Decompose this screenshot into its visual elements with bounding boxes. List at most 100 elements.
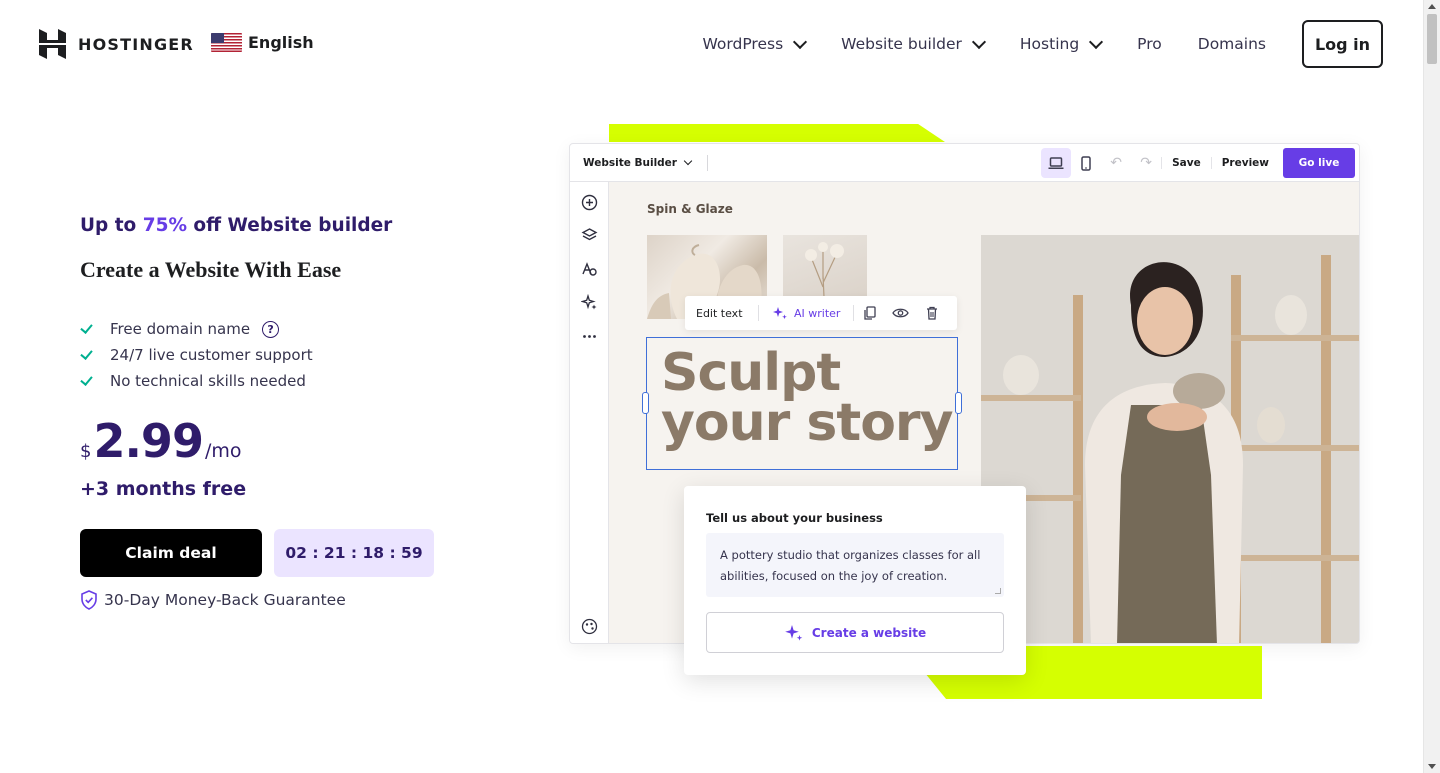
- price-period: /mo: [204, 440, 242, 462]
- nav-website-builder-label: Website builder: [841, 35, 962, 53]
- styles-icon[interactable]: [581, 261, 598, 278]
- save-button[interactable]: Save: [1161, 157, 1211, 169]
- decorative-lime-shape: [609, 124, 945, 142]
- feature-list: Free domain name ? 24/7 live customer su…: [80, 316, 313, 394]
- layers-icon[interactable]: [581, 227, 598, 244]
- nav-wordpress-label: WordPress: [702, 35, 784, 53]
- nav-pro[interactable]: Pro: [1137, 35, 1162, 53]
- feature-label: 24/7 live customer support: [110, 346, 313, 364]
- divider: [706, 154, 708, 171]
- feature-item: No technical skills needed: [80, 368, 313, 394]
- builder-topbar: Website Builder ↶ ↷ Save Preview Go live: [570, 144, 1359, 182]
- builder-sidebar: [570, 182, 609, 643]
- mobile-view-button[interactable]: [1071, 148, 1101, 178]
- scroll-thumb[interactable]: [1427, 14, 1437, 64]
- site-headline-line2: your story: [661, 393, 953, 453]
- feature-item: Free domain name ?: [80, 316, 313, 342]
- money-back-guarantee: 30-Day Money-Back Guarantee: [80, 590, 346, 610]
- main-nav: WordPress Website builder Hosting Pro Do…: [703, 20, 1383, 68]
- login-button[interactable]: Log in: [1302, 20, 1383, 68]
- site-headline-line1: Sculpt: [661, 343, 841, 403]
- duplicate-button[interactable]: [854, 306, 885, 320]
- promo-percent: 75%: [142, 215, 187, 236]
- site-brand-name[interactable]: Spin & Glaze: [647, 202, 733, 216]
- go-live-button[interactable]: Go live: [1283, 148, 1355, 178]
- page-scrollbar[interactable]: [1423, 0, 1440, 773]
- create-website-button[interactable]: Create a website: [706, 612, 1004, 653]
- hostinger-logo[interactable]: HOSTINGER: [39, 29, 194, 59]
- ai-prompt-card: Tell us about your business A pottery st…: [684, 486, 1026, 675]
- visibility-button[interactable]: [885, 307, 916, 319]
- builder-title-dropdown[interactable]: Website Builder: [583, 156, 693, 169]
- promo-prefix: Up to: [80, 215, 143, 236]
- copy-icon: [864, 306, 877, 320]
- undo-icon[interactable]: ↶: [1101, 148, 1131, 178]
- potter-photo[interactable]: [981, 235, 1359, 643]
- claim-deal-button[interactable]: Claim deal: [80, 529, 262, 577]
- promo-suffix: off Website builder: [186, 215, 393, 236]
- builder-title: Website Builder: [583, 156, 677, 169]
- builder-actions: ↶ ↷ Save Preview Go live: [1041, 147, 1355, 179]
- us-flag-icon: [211, 33, 242, 52]
- ai-writer-button[interactable]: AI writer: [759, 305, 853, 321]
- price: $ 2.99 /mo: [80, 414, 242, 468]
- text-edit-toolbar: Edit text AI writer: [685, 296, 957, 330]
- logo-text: HOSTINGER: [78, 34, 194, 54]
- hostinger-logo-icon: [39, 29, 66, 59]
- phone-icon: [1081, 155, 1091, 171]
- preview-button[interactable]: Preview: [1210, 157, 1279, 169]
- question-circle-icon[interactable]: ?: [262, 320, 280, 338]
- nav-wordpress[interactable]: WordPress: [702, 34, 808, 53]
- delete-button[interactable]: [916, 306, 947, 320]
- price-currency: $: [80, 441, 92, 462]
- scroll-up-arrow[interactable]: [1428, 4, 1436, 9]
- nav-hosting[interactable]: Hosting: [1019, 34, 1104, 53]
- countdown-timer: 02 : 21 : 18 : 59: [274, 529, 434, 577]
- add-element-icon[interactable]: [581, 194, 598, 211]
- language-label: English: [248, 33, 314, 52]
- hero-headline: Create a Website With Ease: [80, 257, 342, 282]
- nav-website-builder[interactable]: Website builder: [841, 34, 986, 53]
- eye-icon: [892, 308, 910, 318]
- selected-headline-element[interactable]: Sculpt your story: [642, 337, 962, 470]
- chevron-down-icon: [683, 156, 693, 166]
- business-description-value: A pottery studio that organizes classes …: [720, 548, 981, 583]
- ai-writer-label: AI writer: [794, 306, 841, 320]
- feature-label: Free domain name: [110, 320, 251, 338]
- ai-tools-sparkle-icon[interactable]: [581, 294, 598, 311]
- check-icon: [80, 322, 94, 336]
- desktop-view-button[interactable]: [1041, 148, 1072, 178]
- chevron-down-icon: [971, 34, 986, 49]
- feature-item: 24/7 live customer support: [80, 342, 313, 368]
- sparkle-icon: [773, 307, 787, 320]
- check-icon: [80, 374, 94, 388]
- nav-domains-label: Domains: [1197, 35, 1266, 53]
- shield-check-icon: [81, 590, 97, 610]
- scroll-down-arrow[interactable]: [1428, 764, 1436, 769]
- sparkle-icon: [785, 624, 803, 641]
- language-selector[interactable]: English: [211, 33, 314, 52]
- promo-heading: Up to 75% off Website builder: [80, 215, 392, 236]
- guarantee-label: 30-Day Money-Back Guarantee: [104, 591, 346, 609]
- palette-icon[interactable]: [581, 618, 598, 635]
- site-headline[interactable]: Sculpt your story: [661, 343, 953, 453]
- chevron-down-icon: [793, 34, 808, 49]
- redo-icon[interactable]: ↷: [1131, 148, 1161, 178]
- business-description-input[interactable]: A pottery studio that organizes classes …: [706, 533, 1004, 597]
- resize-grip-icon[interactable]: [995, 588, 1001, 594]
- nav-hosting-label: Hosting: [1019, 35, 1080, 53]
- potter-illustration: [981, 235, 1359, 643]
- price-amount: 2.99: [93, 414, 203, 468]
- create-website-label: Create a website: [811, 625, 927, 640]
- nav-domains[interactable]: Domains: [1198, 35, 1266, 53]
- check-icon: [80, 348, 94, 362]
- prompt-label: Tell us about your business: [706, 511, 883, 525]
- feature-label: No technical skills needed: [110, 372, 306, 390]
- more-options-icon[interactable]: [581, 328, 598, 345]
- resize-handle-left[interactable]: [642, 392, 649, 414]
- bonus-offer: +3 months free: [80, 478, 247, 500]
- laptop-icon: [1048, 156, 1064, 169]
- edit-text-button[interactable]: Edit text: [685, 307, 758, 320]
- resize-handle-right[interactable]: [955, 392, 962, 414]
- chevron-down-icon: [1089, 34, 1104, 49]
